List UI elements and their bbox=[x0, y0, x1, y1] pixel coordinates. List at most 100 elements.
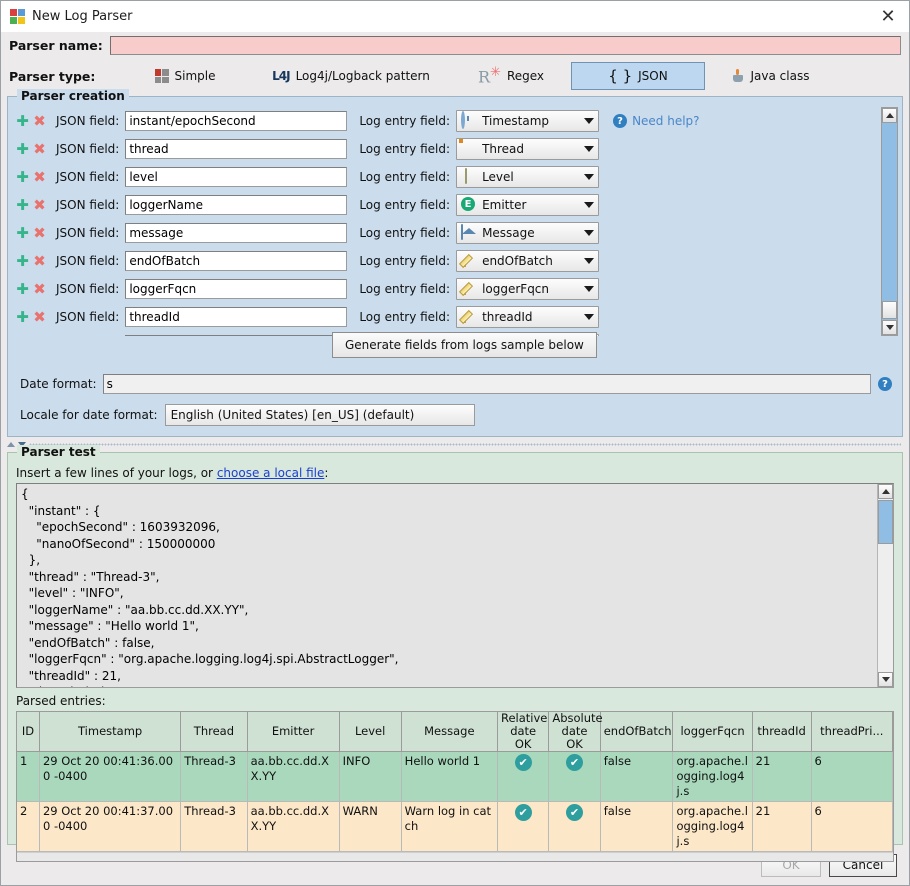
scrollbar-thumb[interactable] bbox=[878, 500, 893, 544]
log-sample-area: { "instant" : { "epochSecond" : 16039320… bbox=[16, 483, 894, 688]
plus-icon[interactable]: ✚ bbox=[14, 224, 31, 242]
log-sample-textarea[interactable]: { "instant" : { "epochSecond" : 16039320… bbox=[16, 483, 894, 688]
plus-icon[interactable]: ✚ bbox=[14, 280, 31, 298]
field-mapping-row: ✚ ✖ JSON field: Log entry field: loggerF… bbox=[14, 275, 902, 303]
parser-type-json[interactable]: { } JSON bbox=[571, 62, 705, 90]
chevron-down-icon bbox=[584, 314, 595, 320]
locale-select[interactable]: English (United States) [en_US] (default… bbox=[164, 404, 475, 426]
parser-name-input[interactable] bbox=[109, 35, 901, 55]
scroll-up-icon[interactable] bbox=[882, 108, 897, 123]
check-circle-icon: ✔ bbox=[566, 754, 584, 771]
remove-x-icon[interactable]: ✖ bbox=[31, 280, 48, 298]
log-entry-field-select[interactable]: Thread bbox=[456, 138, 600, 160]
plus-icon[interactable]: ✚ bbox=[14, 308, 31, 326]
log-sample-scrollbar[interactable] bbox=[877, 484, 893, 687]
splitter-grip[interactable] bbox=[29, 443, 901, 446]
date-format-help-button[interactable]: ? bbox=[878, 377, 892, 391]
need-help-link[interactable]: ? Need help? bbox=[613, 114, 700, 128]
col-end-of-batch[interactable]: endOfBatch bbox=[600, 712, 674, 752]
col-id[interactable]: ID bbox=[17, 712, 40, 752]
insert-suffix: : bbox=[324, 466, 329, 480]
col-timestamp[interactable]: Timestamp bbox=[39, 712, 182, 752]
json-field-label: JSON field: bbox=[56, 170, 120, 184]
col-emitter[interactable]: Emitter bbox=[247, 712, 340, 752]
plus-icon[interactable]: ✚ bbox=[14, 252, 31, 270]
remove-x-icon[interactable]: ✖ bbox=[31, 308, 48, 326]
json-field-input[interactable] bbox=[125, 111, 348, 131]
json-field-input[interactable] bbox=[125, 139, 348, 159]
date-format-input[interactable] bbox=[102, 374, 871, 394]
check-circle-icon: ✔ bbox=[514, 804, 532, 821]
log-entry-field-select[interactable]: loggerFqcn bbox=[456, 278, 600, 300]
json-field-label: JSON field: bbox=[56, 254, 120, 268]
table-row[interactable]: 1 29 Oct 20 00:41:36.000 -0400 Thread-3 … bbox=[17, 751, 894, 802]
log-entry-field-label: Log entry field: bbox=[359, 142, 451, 156]
log-entry-field-label: Log entry field: bbox=[359, 254, 451, 268]
log-entry-field-select[interactable]: threadId bbox=[456, 306, 600, 328]
col-thread-priority[interactable]: threadPri... bbox=[811, 712, 894, 752]
remove-x-icon[interactable]: ✖ bbox=[31, 112, 48, 130]
generate-fields-button[interactable]: Generate fields from logs sample below bbox=[332, 332, 597, 358]
chevron-down-icon bbox=[584, 202, 595, 208]
pencil-icon bbox=[461, 281, 477, 297]
plus-icon[interactable]: ✚ bbox=[14, 196, 31, 214]
scrollbar-thumb[interactable] bbox=[882, 301, 897, 319]
parser-type-simple[interactable]: Simple bbox=[119, 62, 251, 90]
parser-type-java[interactable]: Java class bbox=[705, 62, 835, 90]
json-field-label: JSON field: bbox=[56, 310, 120, 324]
plus-icon[interactable]: ✚ bbox=[14, 168, 31, 186]
json-field-input[interactable] bbox=[125, 223, 348, 243]
choose-local-file-link[interactable]: choose a local file bbox=[217, 466, 325, 480]
remove-x-icon[interactable]: ✖ bbox=[31, 224, 48, 242]
fields-vertical-scrollbar[interactable] bbox=[881, 107, 898, 336]
envelope-icon bbox=[461, 224, 477, 241]
remove-x-icon[interactable]: ✖ bbox=[31, 252, 48, 270]
scroll-down-icon[interactable] bbox=[882, 320, 897, 335]
parsed-entries-table-wrap: ID Timestamp Thread Emitter Level Messag… bbox=[16, 711, 894, 862]
json-field-input[interactable] bbox=[125, 279, 348, 299]
parser-test-title: Parser test bbox=[17, 445, 100, 459]
plus-icon[interactable]: ✚ bbox=[14, 112, 31, 130]
json-field-input[interactable] bbox=[125, 307, 348, 327]
log-entry-field-select[interactable]: Timestamp bbox=[456, 110, 600, 132]
col-level[interactable]: Level bbox=[339, 712, 402, 752]
json-field-input[interactable] bbox=[125, 195, 348, 215]
log-entry-field-select[interactable]: Message bbox=[456, 222, 600, 244]
plus-icon[interactable]: ✚ bbox=[14, 140, 31, 158]
col-logger-fqcn[interactable]: loggerFqcn bbox=[672, 712, 753, 752]
pencil-icon bbox=[461, 309, 477, 325]
scroll-down-icon[interactable] bbox=[878, 672, 893, 687]
json-field-input[interactable] bbox=[125, 167, 348, 187]
collapse-up-icon[interactable] bbox=[7, 442, 15, 447]
cell-relative-date-ok: ✔ bbox=[497, 801, 550, 852]
cell-message: Hello world 1 bbox=[401, 751, 498, 802]
col-thread-id[interactable]: threadId bbox=[752, 712, 812, 752]
clock-icon bbox=[461, 111, 477, 129]
table-row[interactable]: 2 29 Oct 20 00:41:37.000 -0400 Thread-3 … bbox=[17, 801, 894, 852]
log-entry-field-label: Log entry field: bbox=[359, 226, 451, 240]
cell-relative-date-ok: ✔ bbox=[497, 751, 550, 802]
remove-x-icon[interactable]: ✖ bbox=[31, 196, 48, 214]
parser-type-regex[interactable]: R✳ Regex bbox=[451, 62, 571, 90]
check-circle-icon: ✔ bbox=[514, 754, 532, 771]
parser-type-log4j[interactable]: L4J Log4j/Logback pattern bbox=[251, 62, 451, 90]
col-absolute-date-ok[interactable]: Absolute date OK bbox=[548, 712, 603, 752]
cell-message: Warn log in catch bbox=[401, 801, 498, 852]
window-title: New Log Parser bbox=[32, 8, 133, 24]
col-thread[interactable]: Thread bbox=[180, 712, 248, 752]
scroll-up-icon[interactable] bbox=[878, 484, 893, 499]
remove-x-icon[interactable]: ✖ bbox=[31, 168, 48, 186]
title-bar: New Log Parser ✕ bbox=[1, 1, 909, 32]
json-field-mapping-list: ✚ ✖ JSON field: Log entry field: Timesta… bbox=[14, 107, 902, 336]
panel-splitter[interactable] bbox=[1, 437, 909, 452]
log-entry-field-select[interactable]: E Emitter bbox=[456, 194, 600, 216]
json-field-input[interactable] bbox=[125, 251, 348, 271]
col-relative-date-ok[interactable]: Relative date OK bbox=[497, 712, 550, 752]
close-icon[interactable]: ✕ bbox=[875, 3, 901, 29]
log-entry-field-select[interactable]: Level bbox=[456, 166, 600, 188]
remove-x-icon[interactable]: ✖ bbox=[31, 140, 48, 158]
col-message[interactable]: Message bbox=[401, 712, 498, 752]
need-help-label: Need help? bbox=[632, 114, 700, 128]
cell-absolute-date-ok: ✔ bbox=[548, 751, 601, 802]
log-entry-field-select[interactable]: endOfBatch bbox=[456, 250, 600, 272]
